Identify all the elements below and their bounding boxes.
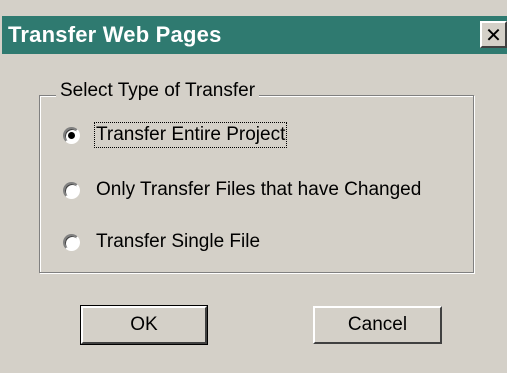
radio-unselected-icon[interactable] [63, 181, 80, 199]
option-label: Transfer Entire Project [93, 122, 288, 148]
title-bar: Transfer Web Pages ✕ [2, 16, 507, 54]
transfer-dialog: Transfer Web Pages ✕ Select Type of Tran… [0, 0, 507, 373]
radio-unselected-icon[interactable] [63, 233, 80, 251]
option-label: Transfer Single File [96, 231, 261, 252]
group-legend: Select Type of Transfer [56, 80, 260, 102]
option-transfer-single-file[interactable]: Transfer Single File [63, 231, 260, 253]
ok-button[interactable]: OK [80, 305, 208, 345]
window-title: Transfer Web Pages [8, 22, 222, 47]
cancel-button[interactable]: Cancel [313, 306, 442, 344]
close-icon: ✕ [485, 22, 502, 47]
option-transfer-entire-project[interactable]: Transfer Entire Project [63, 122, 288, 148]
option-transfer-changed-files[interactable]: Only Transfer Files that have Changed [63, 179, 421, 201]
close-button[interactable]: ✕ [480, 21, 507, 48]
radio-selected-icon[interactable] [63, 126, 80, 144]
option-label: Only Transfer Files that have Changed [96, 179, 422, 200]
